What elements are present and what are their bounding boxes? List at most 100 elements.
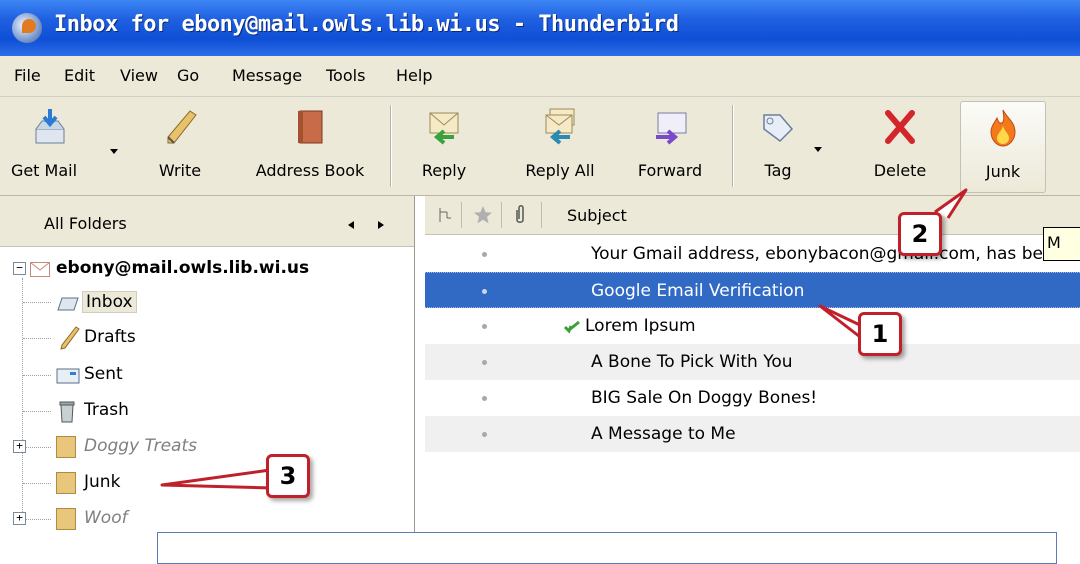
message-row[interactable]: A Bone To Pick With You — [425, 344, 1080, 380]
trash-label: Trash — [84, 400, 129, 420]
get-mail-dropdown-icon[interactable] — [110, 149, 118, 154]
tree-line — [23, 338, 51, 339]
read-status-icon[interactable] — [482, 432, 487, 437]
main-toolbar: Get Mail Write Address Book Reply Reply — [0, 97, 1080, 196]
tree-line — [23, 302, 51, 303]
folder-view-prev-icon[interactable] — [348, 221, 354, 229]
folder-icon — [56, 508, 76, 530]
thunderbird-app-icon[interactable] — [12, 13, 42, 43]
tag-icon — [763, 114, 794, 142]
delete-icon — [885, 110, 915, 144]
column-divider — [541, 202, 542, 228]
folder-icon — [56, 436, 76, 458]
message-row[interactable]: A Message to Me — [425, 416, 1080, 452]
get-mail-label: Get Mail — [10, 161, 78, 180]
menu-go[interactable]: Go — [177, 66, 199, 85]
menu-edit[interactable]: Edit — [64, 66, 95, 85]
subject-column-header[interactable]: Subject — [567, 206, 627, 225]
forward-button[interactable]: Forward — [622, 97, 718, 195]
title-bar: Inbox for ebony@mail.owls.lib.wi.us - Th… — [0, 0, 1080, 56]
folder-icon — [56, 472, 76, 494]
address-book-label: Address Book — [255, 161, 365, 180]
delete-label: Delete — [873, 161, 927, 180]
read-status-icon[interactable] — [482, 396, 487, 401]
callout-1: 1 — [858, 312, 902, 356]
read-status-icon[interactable] — [482, 289, 487, 294]
get-mail-button[interactable]: Get Mail — [0, 97, 118, 195]
tree-line — [23, 483, 51, 484]
tag-label: Tag — [764, 161, 792, 180]
message-row-selected[interactable]: Google Email Verification — [425, 272, 1080, 308]
replied-arrow-icon — [563, 320, 580, 334]
account-row[interactable]: − ebony@mail.owls.lib.wi.us — [0, 252, 414, 286]
trash-icon — [59, 401, 75, 423]
toolbar-separator — [732, 105, 734, 187]
toolbar-separator — [390, 105, 392, 187]
reply-icon — [429, 112, 459, 145]
folder-drafts[interactable]: Drafts — [0, 321, 414, 355]
sent-icon — [56, 368, 80, 384]
collapse-account-icon[interactable]: − — [13, 262, 26, 275]
message-preview-pane — [157, 532, 1057, 564]
message-subject: Google Email Verification — [591, 281, 805, 301]
menu-message[interactable]: Message — [232, 66, 302, 85]
write-button[interactable]: Write — [140, 97, 220, 195]
message-subject: A Message to Me — [591, 424, 736, 444]
reply-all-icon — [545, 108, 575, 145]
account-name: ebony@mail.owls.lib.wi.us — [56, 258, 310, 278]
menu-file[interactable]: File — [14, 66, 41, 85]
forward-label: Forward — [637, 161, 703, 180]
inbox-label: Inbox — [82, 291, 137, 313]
menu-tools[interactable]: Tools — [326, 66, 365, 85]
thread-column-icon[interactable] — [437, 206, 453, 224]
address-book-button[interactable]: Address Book — [238, 97, 382, 195]
message-subject: Lorem Ipsum — [585, 316, 696, 336]
expand-folder-icon[interactable]: + — [13, 440, 26, 453]
inbox-icon — [57, 297, 79, 311]
reply-all-button[interactable]: Reply All — [512, 97, 608, 195]
junk-folder-label: Junk — [84, 472, 121, 492]
star-column-icon[interactable] — [473, 205, 493, 225]
drafts-label: Drafts — [84, 327, 136, 347]
doggy-treats-label: Doggy Treats — [84, 436, 197, 456]
folder-inbox[interactable]: Inbox — [0, 285, 414, 319]
folder-view-next-icon[interactable] — [378, 221, 384, 229]
read-status-icon[interactable] — [482, 360, 487, 365]
callout-3: 3 — [266, 454, 310, 498]
forward-icon — [656, 112, 687, 145]
folder-view-label: All Folders — [44, 214, 127, 233]
menu-help[interactable]: Help — [396, 66, 432, 85]
menu-bar: File Edit View Go Message Tools Help — [0, 56, 1080, 97]
flame-icon — [990, 109, 1016, 147]
delete-button[interactable]: Delete — [860, 97, 940, 195]
attachment-column-icon[interactable] — [513, 204, 527, 226]
message-row[interactable]: BIG Sale On Doggy Bones! — [425, 380, 1080, 416]
folder-pane: All Folders − ebony@mail.owls.lib.wi.us … — [0, 196, 415, 544]
tag-dropdown-icon[interactable] — [814, 147, 822, 152]
menu-view[interactable]: View — [120, 66, 158, 85]
expand-folder-icon[interactable]: + — [13, 512, 26, 525]
message-list: Subject Your Gmail address, ebonybacon@g… — [425, 196, 1080, 544]
folder-sent[interactable]: Sent — [0, 358, 414, 392]
read-status-icon[interactable] — [482, 252, 487, 257]
message-row[interactable]: Lorem Ipsum — [425, 308, 1080, 344]
reply-button[interactable]: Reply — [410, 97, 478, 195]
tree-line — [26, 447, 51, 448]
folder-junk[interactable]: Junk — [0, 466, 414, 500]
folder-trash[interactable]: Trash — [0, 394, 414, 428]
write-label: Write — [158, 161, 202, 180]
tag-button[interactable]: Tag — [748, 97, 822, 195]
junk-button[interactable]: Junk — [960, 101, 1046, 193]
reply-all-label: Reply All — [525, 161, 595, 180]
column-divider — [501, 202, 502, 228]
read-status-icon[interactable] — [482, 324, 487, 329]
message-row[interactable]: Your Gmail address, ebonybacon@gmail.com… — [425, 236, 1080, 272]
folder-doggy-treats[interactable]: + Doggy Treats — [0, 430, 414, 464]
window-title: Inbox for ebony@mail.owls.lib.wi.us - Th… — [54, 12, 679, 37]
drafts-pencil-icon — [60, 326, 80, 350]
folder-woof[interactable]: + Woof — [0, 502, 414, 536]
mail-account-icon — [30, 262, 50, 277]
tree-line — [23, 411, 51, 412]
pencil-icon — [167, 110, 197, 144]
tooltip: M — [1043, 227, 1080, 261]
